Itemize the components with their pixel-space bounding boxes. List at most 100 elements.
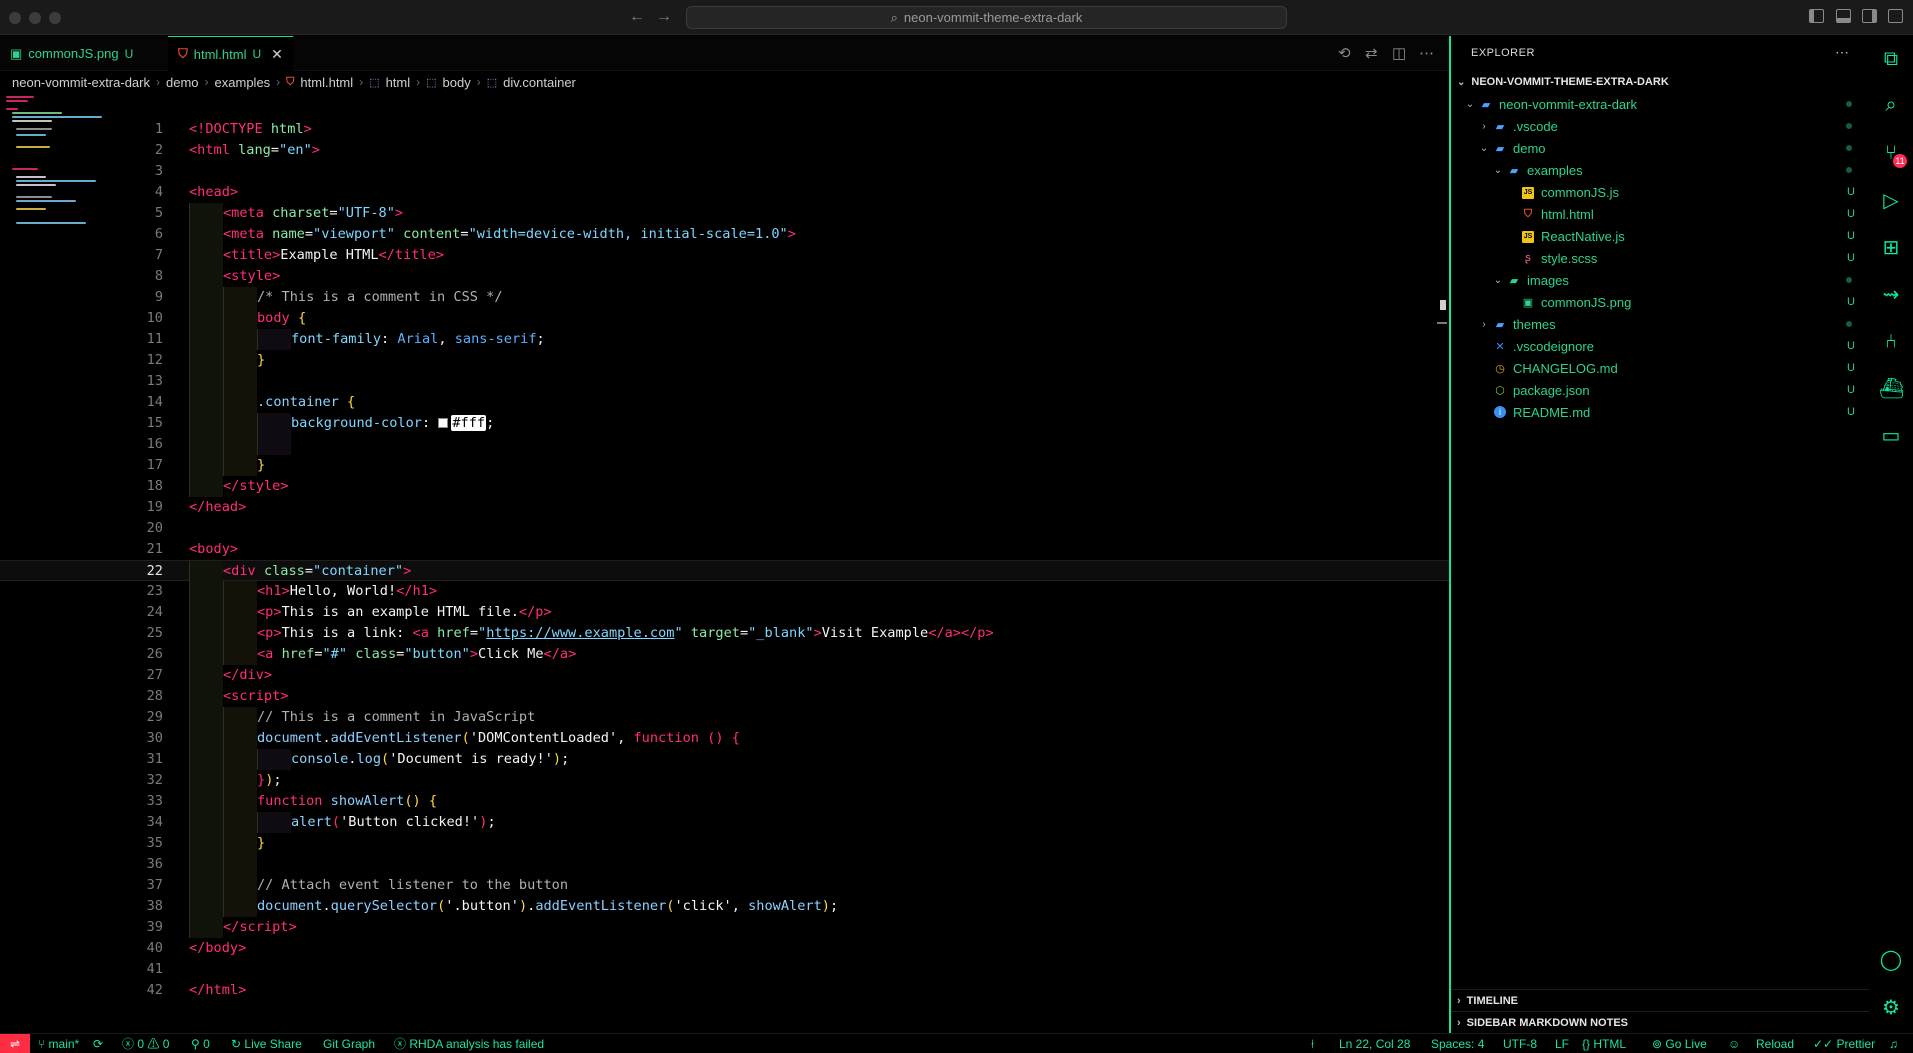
chevron-right-icon: › [476, 75, 481, 89]
toggle-secondary-sidebar-icon[interactable] [1862, 9, 1877, 23]
breadcrumb-item[interactable]: div.container [503, 75, 576, 90]
code-line: 11 font-family: Arial, sans-serif; [0, 329, 1449, 350]
tree-file-html-html[interactable]: ⛉ html.html U [1451, 203, 1869, 225]
tree-file-package-json[interactable]: ⬡ package.json U [1451, 379, 1869, 401]
git-graph-icon[interactable]: ⑃ [1879, 330, 1903, 354]
code-line: 40 </body> [146, 940, 247, 956]
back-arrow-icon[interactable]: ← [629, 8, 645, 26]
forward-arrow-icon[interactable]: → [656, 8, 672, 26]
open-changes-icon[interactable]: ⇄ [1365, 44, 1378, 62]
search-icon[interactable]: ⌕ [1879, 93, 1903, 117]
copilot-icon[interactable]: ☺ [1728, 1034, 1740, 1053]
account-icon[interactable]: ◯ [1879, 948, 1903, 972]
tree-file-readme-md[interactable]: i README.md U [1451, 401, 1869, 423]
tab-commonjs-png[interactable]: ▣ commonJS.png U [0, 36, 143, 71]
tree-folder-vscode[interactable]: › ▰ .vscode [1451, 115, 1869, 137]
language-mode[interactable]: {} HTML [1582, 1034, 1626, 1053]
command-center-search[interactable]: ⌕ neon-vommit-theme-extra-dark [686, 6, 1287, 29]
tree-file-commonjs-js[interactable]: JS commonJS.js U [1451, 181, 1869, 203]
markdown-notes-section-header[interactable]: › SIDEBAR MARKDOWN NOTES [1451, 1011, 1869, 1033]
breadcrumb: neon-vommit-extra-dark › demo › examples › … [12, 71, 576, 93]
indentation-status[interactable]: Spaces: 4 [1431, 1034, 1484, 1053]
live-share-icon: ↻ [231, 1037, 245, 1051]
timeline-section-header[interactable]: › TIMELINE [1451, 989, 1869, 1011]
live-share-status[interactable]: ↻ Live Share [231, 1034, 302, 1053]
html-file-icon: ⛉ [178, 46, 188, 61]
ports-status[interactable]: ⚲ 0 [191, 1034, 210, 1053]
close-window-button[interactable] [9, 12, 21, 24]
tab-git-status: U [252, 47, 262, 61]
problems-status[interactable]: ⓧ 0 ⚠ 0 [122, 1034, 169, 1053]
prettier-status[interactable]: ✓✓ Prettier [1813, 1034, 1875, 1053]
gear-icon[interactable]: ⚙ [1879, 996, 1903, 1020]
tree-folder-neon-vommit-extra-dark[interactable]: ⌄ ▰ neon-vommit-extra-dark [1451, 93, 1869, 115]
code-line: 21 <body> [146, 541, 239, 557]
go-live-button[interactable]: ⊚ Go Live [1652, 1034, 1707, 1053]
cursor-position[interactable]: Ln 22, Col 28 [1339, 1034, 1410, 1053]
color-swatch[interactable] [438, 418, 449, 428]
sync-icon[interactable]: ⟳ [93, 1034, 103, 1053]
scss-file-icon: ʂ [1525, 252, 1531, 264]
error-icon: ⓧ [122, 1037, 138, 1051]
docker-icon[interactable]: ⛴ [1879, 377, 1904, 401]
git-status-badge: U [1847, 406, 1855, 418]
comments-icon[interactable]: ▭ [1879, 424, 1903, 448]
tree-file-changelog-md[interactable]: ◷ CHANGELOG.md U [1451, 357, 1869, 379]
info-file-icon: i [1494, 406, 1506, 418]
reload-button[interactable]: Reload [1756, 1034, 1794, 1053]
explorer-icon[interactable]: ⧉ [1879, 47, 1903, 71]
chevron-right-icon: › [1482, 120, 1486, 132]
git-graph-status[interactable]: Git Graph [323, 1034, 375, 1053]
code-line: 30 document.addEventListener('DOMContentL… [0, 728, 1449, 749]
eol-status[interactable]: LF [1555, 1034, 1569, 1053]
code-line: 29// This is a comment in JavaScript [0, 707, 1449, 728]
toggle-panel-icon[interactable] [1836, 9, 1851, 23]
javascript-file-icon: JS [1522, 187, 1534, 199]
workspace-root-header[interactable]: ⌄ NEON-VOMMIT-THEME-EXTRA-DARK [1451, 71, 1869, 93]
encoding-status[interactable]: UTF-8 [1503, 1034, 1537, 1053]
maximize-window-button[interactable] [49, 12, 61, 24]
tree-folder-examples[interactable]: ⌄ ▰ examples [1451, 159, 1869, 181]
code-line: 37// Attach event listener to the button [0, 875, 1449, 896]
breadcrumb-item[interactable]: demo [166, 75, 199, 90]
customize-layout-icon[interactable] [1888, 9, 1903, 23]
breadcrumb-item[interactable]: examples [215, 75, 271, 90]
remote-indicator-icon[interactable]: ⇌ [0, 1034, 30, 1053]
breadcrumb-item[interactable]: body [443, 75, 471, 90]
code-line: 4 <head> [154, 184, 239, 200]
more-actions-icon[interactable]: ⋯ [1835, 44, 1849, 61]
branch-status[interactable]: ⑂ main* [38, 1034, 79, 1053]
tree-folder-themes[interactable]: › ▰ themes [1451, 313, 1869, 335]
commit-icon[interactable]: ⍿ [1311, 1034, 1314, 1053]
remote-explorer-icon[interactable]: ⇝ [1879, 283, 1903, 307]
run-debug-icon[interactable]: ▷ [1879, 189, 1903, 213]
search-icon: ⌕ [890, 9, 898, 25]
tree-file-style-scss[interactable]: ʂ style.scss U [1451, 247, 1869, 269]
tree-file-commonjs-png[interactable]: ▣ commonJS.png U [1451, 291, 1869, 313]
folder-images-icon: ▰ [1509, 274, 1519, 287]
rhda-status[interactable]: ⓧ RHDA analysis has failed [394, 1034, 544, 1053]
minimize-window-button[interactable] [29, 12, 41, 24]
split-editor-icon[interactable]: ◫ [1392, 44, 1406, 62]
tree-file-vscodeignore[interactable]: ✕ .vscodeignore U [1451, 335, 1869, 357]
code-line: 18 </style> [0, 476, 1449, 497]
close-icon[interactable]: ✕ [271, 46, 283, 63]
timeline-history-icon[interactable]: ⟲ [1338, 44, 1351, 62]
toggle-primary-sidebar-icon[interactable] [1809, 9, 1824, 23]
chevron-right-icon: › [1457, 994, 1461, 1007]
tab-html-html[interactable]: ⛉ html.html U ✕ [168, 36, 293, 71]
code-line: 20 [146, 520, 163, 536]
tree-folder-images[interactable]: ⌄ ▰ images [1451, 269, 1869, 291]
tree-file-reactnative-js[interactable]: JS ReactNative.js U [1451, 225, 1869, 247]
code-line: 36 [0, 854, 1449, 875]
more-actions-icon[interactable]: ⋯ [1419, 44, 1434, 62]
notifications-bell-icon[interactable]: ♫ [1889, 1034, 1898, 1053]
breadcrumb-item[interactable]: html.html [300, 75, 353, 90]
extensions-icon[interactable]: ⊞ [1879, 236, 1903, 260]
scrollbar-thumb[interactable] [1440, 300, 1446, 310]
breadcrumb-item[interactable]: html [386, 75, 411, 90]
overview-ruler-mark [1437, 322, 1447, 324]
javascript-file-icon: JS [1522, 231, 1534, 243]
tree-folder-demo[interactable]: ⌄ ▰ demo [1451, 137, 1869, 159]
breadcrumb-item[interactable]: neon-vommit-extra-dark [12, 75, 150, 90]
